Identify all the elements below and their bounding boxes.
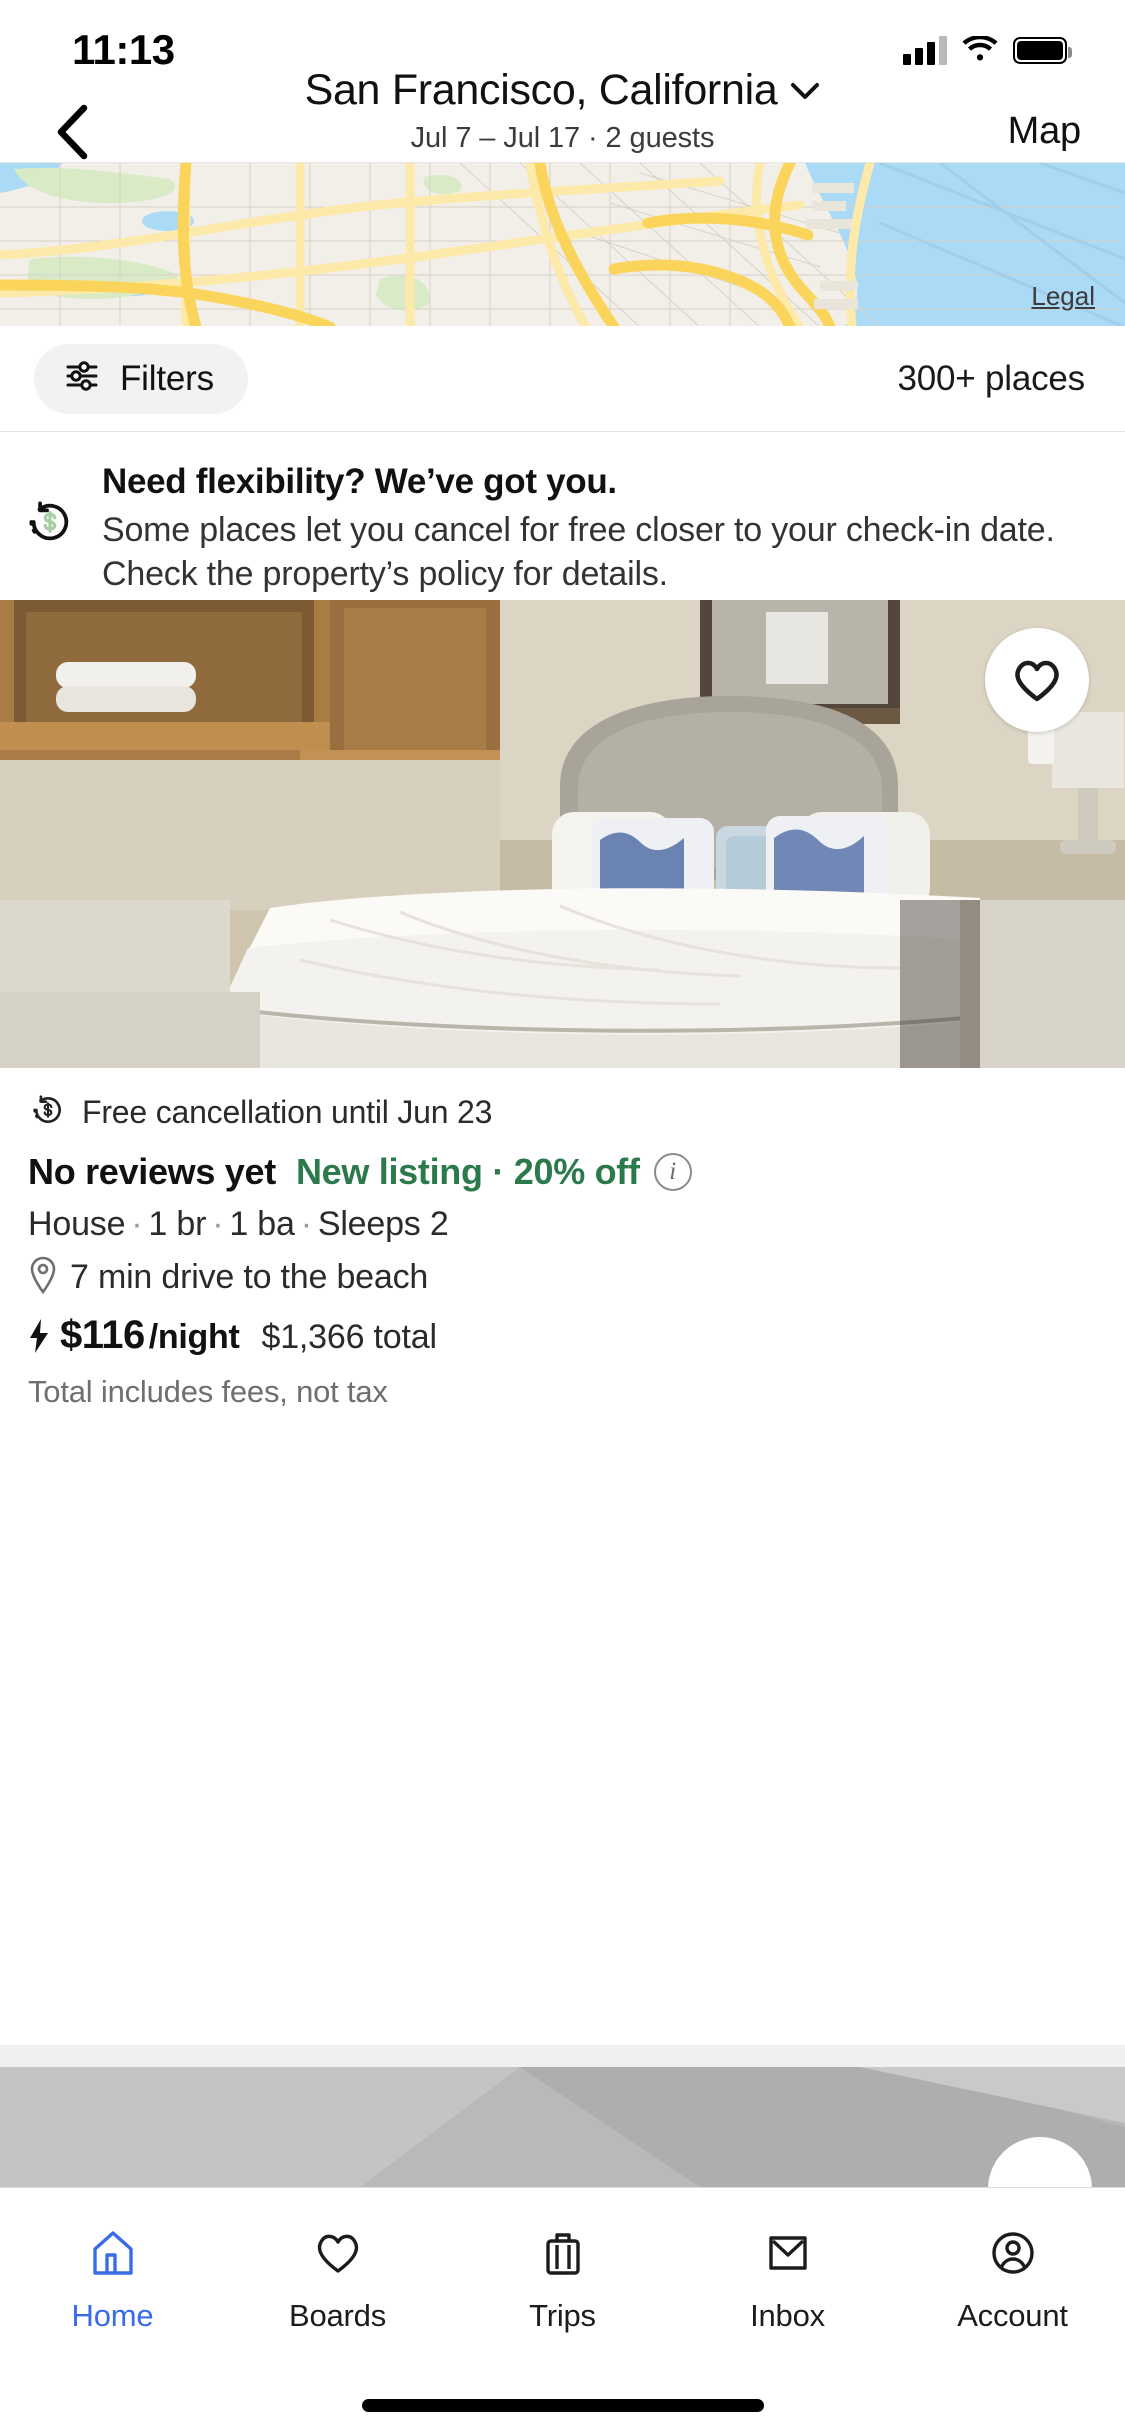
flexibility-text-block: Need flexibility? We’ve got you. Some pl… xyxy=(94,462,1085,598)
tab-trips-label: Trips xyxy=(529,2298,596,2333)
header-location-block[interactable]: San Francisco, California Jul 7 – Jul 17… xyxy=(0,66,1125,155)
spec-separator: · xyxy=(212,1205,224,1243)
tab-inbox-label: Inbox xyxy=(750,2298,825,2333)
card-separator xyxy=(0,2045,1125,2067)
page-header: San Francisco, California Jul 7 – Jul 17… xyxy=(0,66,1125,162)
bolt-icon xyxy=(28,1319,50,1358)
next-listing-photo[interactable] xyxy=(0,2067,1125,2187)
fees-note: Total includes fees, not tax xyxy=(28,1374,388,1409)
user-circle-icon xyxy=(989,2224,1037,2282)
heart-icon xyxy=(1015,660,1059,702)
tab-account-label: Account xyxy=(957,2298,1068,2333)
envelope-icon xyxy=(764,2224,812,2282)
header-subtitle: Jul 7 – Jul 17 · 2 guests xyxy=(410,122,715,154)
heart-icon xyxy=(314,2224,362,2282)
app-screen: 11:13 San Francisco, California Jul 7 – … xyxy=(0,0,1125,2436)
flexibility-title: Need flexibility? We’ve got you. xyxy=(102,462,617,501)
tab-inbox[interactable]: Inbox xyxy=(675,2224,900,2334)
map-background xyxy=(0,163,1125,326)
favorite-button[interactable] xyxy=(985,628,1089,732)
chevron-down-icon[interactable] xyxy=(790,81,820,101)
distance-row: 7 min drive to the beach xyxy=(28,1256,1097,1299)
map-legal-link[interactable]: Legal xyxy=(1031,281,1095,312)
wifi-icon xyxy=(961,35,999,64)
filters-button[interactable]: Filters xyxy=(34,343,248,414)
flexibility-banner: Need flexibility? We’ve got you. Some pl… xyxy=(0,432,1125,598)
spec-separator: · xyxy=(131,1205,143,1243)
price-per-night: $116 xyxy=(60,1313,145,1357)
places-count: 300+ places xyxy=(897,358,1085,398)
home-icon xyxy=(91,2224,135,2282)
flexibility-body: Some places let you cancel for free clos… xyxy=(102,511,1055,593)
reviews-row: No reviews yet New listing · 20% off i xyxy=(28,1151,1097,1193)
tab-home-label: Home xyxy=(71,2298,154,2333)
battery-icon xyxy=(1013,36,1072,64)
reviews-text: No reviews yet xyxy=(28,1151,276,1192)
listing-card[interactable]: Free cancellation until Jun 23 No review… xyxy=(0,600,1125,1436)
suitcase-icon xyxy=(541,2224,585,2282)
distance-text: 7 min drive to the beach xyxy=(70,1258,429,1296)
price-row: $116 /night $1,366 total xyxy=(28,1313,1097,1358)
tab-boards[interactable]: Boards xyxy=(225,2224,450,2334)
sliders-icon xyxy=(64,358,100,399)
listing-info: Free cancellation until Jun 23 No review… xyxy=(0,1068,1125,1436)
tab-account[interactable]: Account xyxy=(900,2224,1125,2334)
filter-bar: Filters 300+ places xyxy=(0,326,1125,432)
home-indicator[interactable] xyxy=(361,2399,764,2412)
spec-type: House xyxy=(28,1205,126,1243)
filters-label: Filters xyxy=(120,358,214,398)
bedroom-photo[interactable] xyxy=(0,600,1125,1068)
page-title: San Francisco, California xyxy=(304,66,778,114)
tab-home[interactable]: Home xyxy=(0,2224,225,2334)
location-pin-icon xyxy=(28,1256,58,1299)
spec-bathrooms: 1 ba xyxy=(229,1205,295,1243)
property-specs: House · 1 br · 1 ba · Sleeps 2 xyxy=(28,1205,1097,1244)
spec-sleeps: Sleeps 2 xyxy=(317,1205,449,1243)
cellular-signal-icon xyxy=(903,35,947,65)
spec-separator: · xyxy=(300,1205,312,1243)
price-total: $1,366 total xyxy=(261,1318,438,1356)
cancellation-row: Free cancellation until Jun 23 xyxy=(28,1090,1097,1135)
tab-boards-label: Boards xyxy=(288,2298,387,2333)
spec-bedrooms: 1 br xyxy=(148,1205,207,1243)
tab-trips[interactable]: Trips xyxy=(450,2224,675,2334)
status-icons xyxy=(903,35,1072,65)
cancellation-text: Free cancellation until Jun 23 xyxy=(82,1094,493,1130)
next-photo-illustration xyxy=(0,2067,1125,2187)
bottom-tab-bar: Home Boards Trips Inbox Account xyxy=(0,2187,1125,2436)
map-toggle-button[interactable]: Map xyxy=(1008,110,1082,153)
price-unit: /night xyxy=(148,1318,240,1356)
info-icon[interactable]: i xyxy=(653,1153,692,1191)
free-cancellation-icon xyxy=(22,462,94,598)
photo-illustration xyxy=(0,600,1125,1068)
promo-badge: New listing · 20% off xyxy=(295,1151,640,1192)
free-cancellation-icon xyxy=(28,1090,68,1135)
map-preview[interactable]: 1 San Francisco 16th St Golden Legal xyxy=(0,162,1125,326)
